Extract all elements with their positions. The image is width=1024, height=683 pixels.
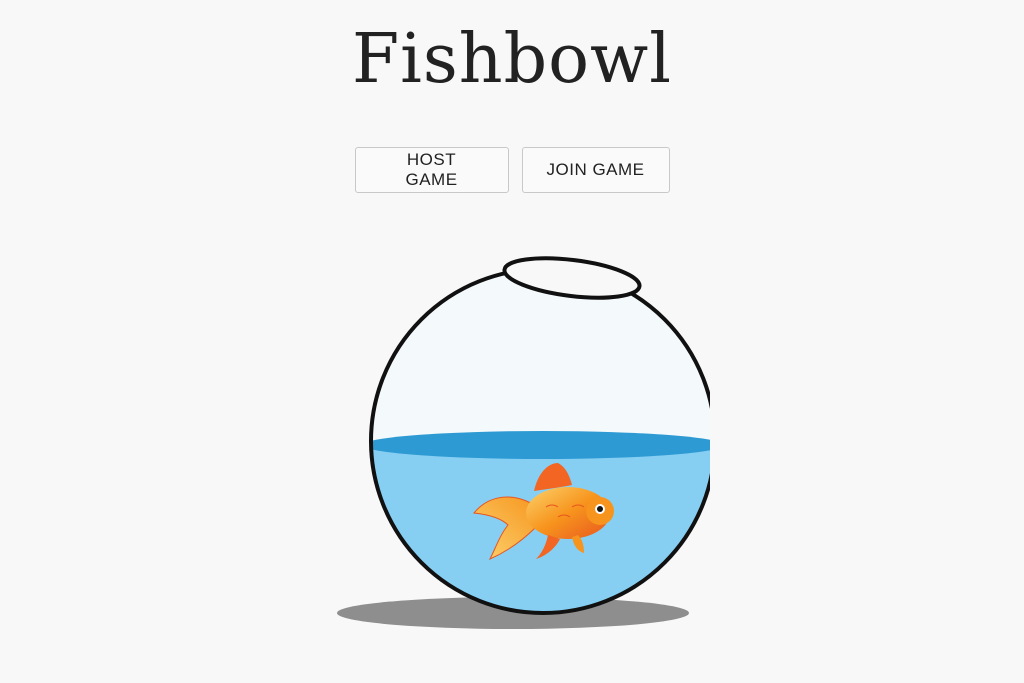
action-buttons: HOST GAME JOIN GAME: [0, 147, 1024, 193]
page-title: Fishbowl: [351, 20, 673, 99]
host-game-button[interactable]: HOST GAME: [354, 147, 509, 193]
landing-page: Fishbowl HOST GAME JOIN GAME: [0, 0, 1024, 683]
fishbowl-illustration: [337, 256, 710, 629]
join-game-button[interactable]: JOIN GAME: [521, 147, 670, 193]
